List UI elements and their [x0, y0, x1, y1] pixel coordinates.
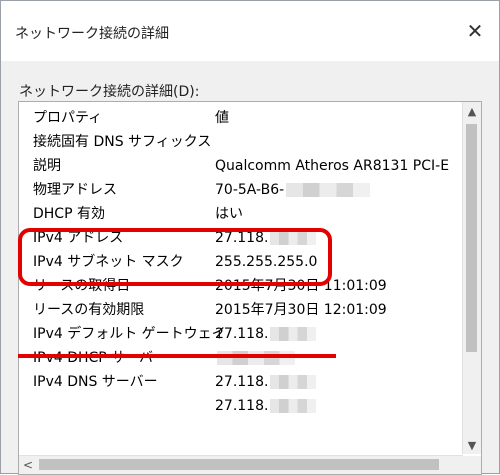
list-header: プロパティ 値	[19, 106, 459, 130]
property-label: 物理アドレス	[33, 182, 117, 198]
list-item[interactable]: IPv4 デフォルト ゲートウェイ 27.118.	[19, 322, 459, 346]
details-list[interactable]: プロパティ 値 接続固有 DNS サフィックス 説明 Qualcomm Athe…	[18, 101, 482, 475]
redaction-mosaic	[270, 327, 317, 341]
property-value-redacted: 27.118.	[215, 394, 317, 418]
horizontal-scroll-thumb[interactable]	[39, 459, 439, 470]
list-item[interactable]: 27.118.	[19, 394, 459, 418]
redaction-mosaic	[286, 183, 371, 197]
property-value: 27.118.	[215, 326, 269, 342]
details-label: ネットワーク接続の詳細(D):	[19, 84, 200, 100]
scroll-down-icon[interactable]: ▼	[463, 436, 481, 454]
property-label: IPv4 DNS サーバー	[33, 374, 158, 390]
property-value-redacted	[215, 346, 295, 370]
header-value: 値	[215, 110, 229, 126]
property-value-redacted: 70-5A-B6-	[215, 178, 371, 202]
scrollbar-corner	[463, 456, 481, 474]
list-item[interactable]: 接続固有 DNS サフィックス	[19, 130, 459, 154]
property-label: IPv4 DHCP サーバー	[33, 350, 168, 366]
dialog-title: ネットワーク接続の詳細	[15, 26, 169, 42]
property-label: DHCP 有効	[33, 206, 105, 222]
property-value: 27.118.	[215, 374, 269, 390]
list-item[interactable]: DHCP 有効 はい	[19, 202, 459, 226]
property-value: はい	[215, 206, 243, 222]
vertical-scroll-thumb[interactable]	[466, 124, 477, 352]
header-property: プロパティ	[33, 110, 103, 126]
horizontal-scrollbar[interactable]: <	[19, 455, 463, 474]
property-value: 2015年7月30日 12:01:09	[215, 302, 387, 318]
redaction-mosaic	[270, 399, 317, 413]
property-value: 70-5A-B6-	[215, 182, 285, 198]
property-label: リースの有効期限	[33, 302, 145, 318]
list-item[interactable]: 説明 Qualcomm Atheros AR8131 PCI-E	[19, 154, 459, 178]
property-value: Qualcomm Atheros AR8131 PCI-E	[215, 158, 450, 174]
list-item[interactable]: リースの有効期限 2015年7月30日 12:01:09	[19, 298, 459, 322]
list-item[interactable]: IPv4 DHCP サーバー	[19, 346, 459, 370]
title-bar: ネットワーク接続の詳細 ✕	[1, 1, 499, 61]
scroll-left-icon[interactable]: <	[19, 456, 37, 474]
redaction-mosaic	[270, 375, 317, 389]
property-label: IPv4 デフォルト ゲートウェイ	[33, 326, 226, 342]
property-value-redacted: 27.118.	[215, 370, 317, 394]
scroll-up-icon[interactable]: ▲	[463, 102, 481, 120]
list-item[interactable]: IPv4 DNS サーバー 27.118.	[19, 370, 459, 394]
property-label: 説明	[33, 158, 61, 174]
annotation-underline	[18, 354, 336, 358]
close-icon[interactable]: ✕	[457, 13, 493, 49]
property-value-redacted: 27.118.	[215, 322, 317, 346]
annotation-highlight-box	[18, 228, 332, 286]
vertical-scrollbar[interactable]: ▲ ▼	[462, 102, 481, 454]
property-value: 27.118.	[215, 398, 269, 414]
property-label: 接続固有 DNS サフィックス	[33, 134, 212, 150]
list-item[interactable]: 物理アドレス 70-5A-B6-	[19, 178, 459, 202]
